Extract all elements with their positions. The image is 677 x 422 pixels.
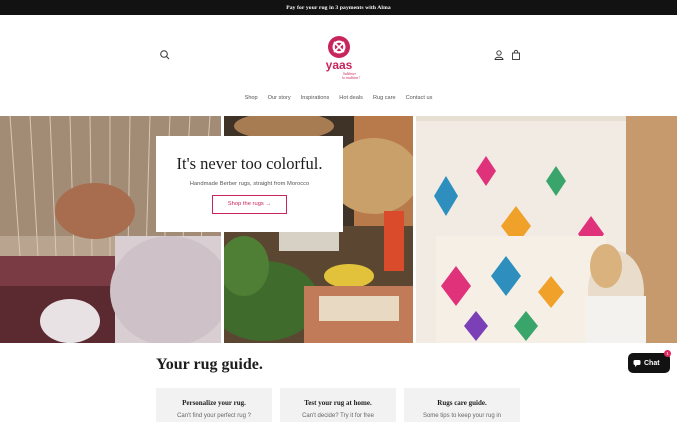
guide-title: Your rug guide. [156,356,263,373]
chat-bubble-icon [633,360,641,367]
announcement-bar: Pay for your rug in 3 payments with Alma [0,0,677,15]
nav-item-inspirations[interactable]: Inspirations [296,95,335,101]
hero-card: It's never too colorful. Handmade Berber… [156,136,343,232]
chat-label: Chat [644,359,660,367]
guide-card-title: Personalize your rug. [182,399,246,407]
hero-title: It's never too colorful. [176,154,323,173]
guide-card-text: Can't find your perfect rug ? [177,413,251,419]
brand-logo[interactable]: yaas Sublimer la tradition ! [317,33,367,83]
svg-text:la tradition !: la tradition ! [342,76,361,80]
nav-item-contact-us[interactable]: Contact us [401,95,438,101]
guide-card-text: Can't decide? Try it for free [302,413,374,419]
guide-card-title: Test your rug at home. [304,399,372,407]
guide-card[interactable]: Rugs care guide. Some tips to keep your … [404,388,520,422]
guide-card[interactable]: Personalize your rug. Can't find your pe… [156,388,272,422]
guide-card[interactable]: Test your rug at home. Can't decide? Try… [280,388,396,422]
user-icon[interactable] [492,48,506,62]
colorful-rugs-image [416,116,677,343]
chat-notification-badge: 1 [664,350,671,357]
search-icon[interactable] [158,48,172,62]
site-header: yaas Sublimer la tradition ! Shop Our st… [0,15,677,116]
bag-icon[interactable] [509,48,523,62]
main-nav: Shop Our story Inspirations Hot deals Ru… [0,95,677,101]
hero-subtitle: Handmade Berber rugs, straight from Moro… [189,181,310,187]
shop-rugs-button[interactable]: Shop the rugs → [212,195,287,214]
announcement-text: Pay for your rug in 3 payments with Alma [286,4,391,11]
hero-banner: It's never too colorful. Handmade Berber… [0,116,677,343]
nav-item-shop[interactable]: Shop [240,95,263,101]
guide-card-title: Rugs care guide. [437,399,487,407]
nav-item-hot-deals[interactable]: Hot deals [334,95,368,101]
svg-text:yaas: yaas [326,58,353,72]
chat-button[interactable]: Chat [628,353,670,373]
nav-item-rug-care[interactable]: Rug care [368,95,401,101]
guide-card-text: Some tips to keep your rug in [422,413,502,419]
nav-item-our-story[interactable]: Our story [263,95,296,101]
